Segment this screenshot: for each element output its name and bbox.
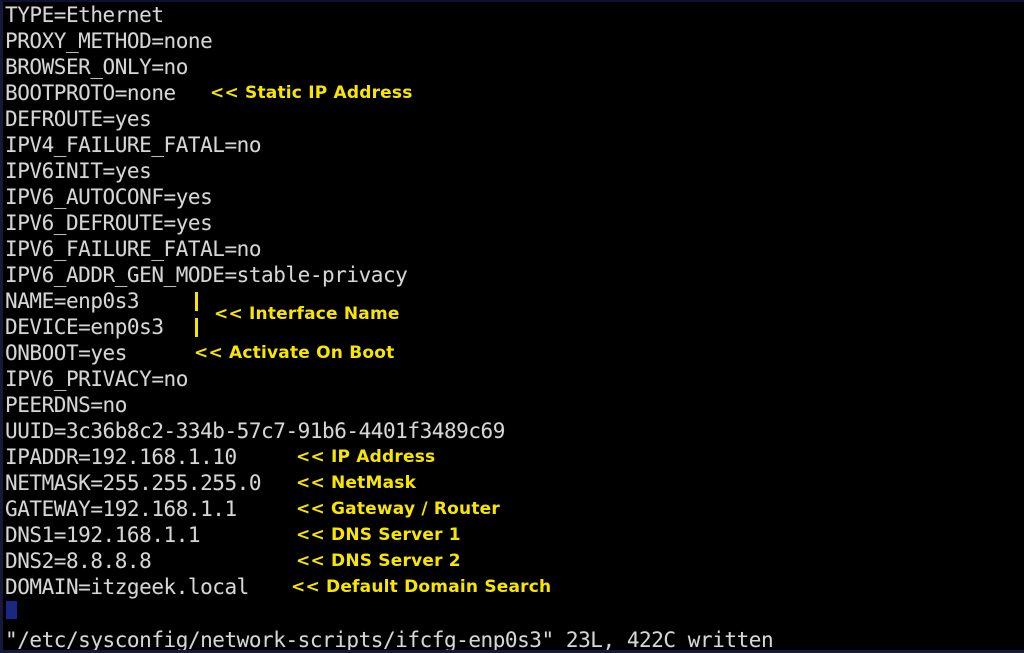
- annotation-activate-on-boot: << Activate On Boot: [194, 343, 395, 363]
- annotation-interface-name: << Interface Name: [214, 304, 400, 324]
- config-line-netmask: NETMASK=255.255.255.0: [5, 471, 262, 495]
- text-cursor: [6, 601, 17, 619]
- annotation-gateway-router: << Gateway / Router: [296, 499, 500, 519]
- annotation-static-ip-address: << Static IP Address: [210, 83, 413, 103]
- config-line-dns1: DNS1=192.168.1.1: [5, 523, 201, 547]
- config-line-bootproto: BOOTPROTO=none: [5, 81, 176, 105]
- config-line-type: TYPE=Ethernet: [5, 3, 164, 27]
- config-line-uuid: UUID=3c36b8c2-334b-57c7-91b6-4401f3489c6…: [5, 419, 505, 443]
- buffer-line: ONBOOT=yes: [3, 340, 127, 366]
- annotation-brace-mark: [195, 318, 198, 337]
- buffer-line: GATEWAY=192.168.1.1: [3, 496, 237, 522]
- annotation-brace-mark: [195, 292, 198, 311]
- buffer-line: PEERDNS=no: [3, 392, 127, 418]
- buffer-line: DNS2=8.8.8.8: [3, 548, 152, 574]
- config-line-ipv6-privacy: IPV6_PRIVACY=no: [5, 367, 188, 391]
- config-line-dns2: DNS2=8.8.8.8: [5, 549, 152, 573]
- config-line-defroute: DEFROUTE=yes: [5, 107, 152, 131]
- buffer-line: IPV6_AUTOCONF=yes: [3, 184, 213, 210]
- buffer-line: IPV6_FAILURE_FATAL=no: [3, 236, 262, 262]
- annotation-ip-address: << IP Address: [296, 447, 436, 467]
- buffer-line: IPV6_PRIVACY=no: [3, 366, 188, 392]
- buffer-line: UUID=3c36b8c2-334b-57c7-91b6-4401f3489c6…: [3, 418, 505, 444]
- config-line-ipv6-defroute: IPV6_DEFROUTE=yes: [5, 211, 213, 235]
- buffer-line: NETMASK=255.255.255.0: [3, 470, 262, 496]
- terminal-window[interactable]: TYPE=Ethernet PROXY_METHOD=none BROWSER_…: [0, 0, 1024, 653]
- buffer-line: IPV6INIT=yes: [3, 158, 152, 184]
- config-line-name: NAME=enp0s3: [5, 289, 140, 313]
- buffer-line: DEVICE=enp0s3: [3, 314, 164, 340]
- buffer-line: BOOTPROTO=none: [3, 80, 176, 106]
- buffer-line: IPV6_DEFROUTE=yes: [3, 210, 213, 236]
- buffer-line: IPADDR=192.168.1.10: [3, 444, 237, 470]
- config-line-proxy-method: PROXY_METHOD=none: [5, 29, 213, 53]
- vim-status-line: "/etc/sysconfig/network-scripts/ifcfg-en…: [5, 628, 774, 652]
- config-line-peerdns: PEERDNS=no: [5, 393, 127, 417]
- config-line-ipv6-autoconf: IPV6_AUTOCONF=yes: [5, 185, 213, 209]
- annotation-default-domain-search: << Default Domain Search: [291, 577, 552, 597]
- config-line-ipv6-addr-gen-mode: IPV6_ADDR_GEN_MODE=stable-privacy: [5, 263, 408, 287]
- config-line-device: DEVICE=enp0s3: [5, 315, 164, 339]
- buffer-line: TYPE=Ethernet: [3, 2, 164, 28]
- buffer-line: PROXY_METHOD=none: [3, 28, 213, 54]
- config-line-onboot: ONBOOT=yes: [5, 341, 127, 365]
- config-line-ipaddr: IPADDR=192.168.1.10: [5, 445, 237, 469]
- annotation-dns-server-2: << DNS Server 2: [296, 551, 461, 571]
- config-line-browser-only: BROWSER_ONLY=no: [5, 55, 188, 79]
- config-line-ipv4-failure-fatal: IPV4_FAILURE_FATAL=no: [5, 133, 262, 157]
- annotation-netmask: << NetMask: [296, 473, 417, 493]
- config-line-gateway: GATEWAY=192.168.1.1: [5, 497, 237, 521]
- buffer-line: NAME=enp0s3: [3, 288, 140, 314]
- buffer-line: DOMAIN=itzgeek.local: [3, 574, 249, 600]
- buffer-line: IPV4_FAILURE_FATAL=no: [3, 132, 262, 158]
- config-line-ipv6-failure-fatal: IPV6_FAILURE_FATAL=no: [5, 237, 262, 261]
- annotation-dns-server-1: << DNS Server 1: [296, 525, 461, 545]
- buffer-line: DEFROUTE=yes: [3, 106, 152, 132]
- config-line-domain: DOMAIN=itzgeek.local: [5, 575, 249, 599]
- config-line-ipv6init: IPV6INIT=yes: [5, 159, 152, 183]
- buffer-line: BROWSER_ONLY=no: [3, 54, 188, 80]
- buffer-line: DNS1=192.168.1.1: [3, 522, 201, 548]
- buffer-line: IPV6_ADDR_GEN_MODE=stable-privacy: [3, 262, 408, 288]
- vim-text-buffer[interactable]: TYPE=Ethernet PROXY_METHOD=none BROWSER_…: [3, 2, 1024, 650]
